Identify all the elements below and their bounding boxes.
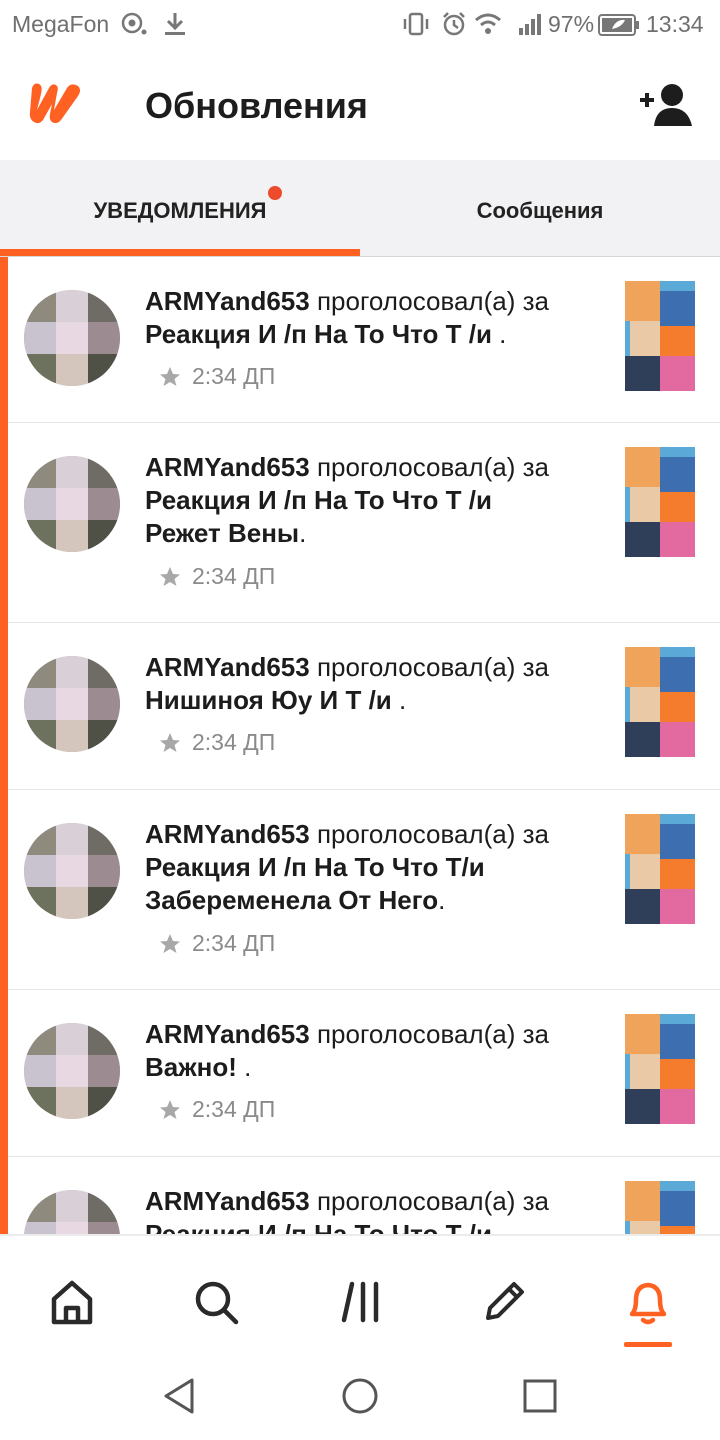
nav-write[interactable] <box>474 1272 534 1332</box>
notification-text: ARMYand653 проголосовал(а) за Реакция И … <box>145 452 549 548</box>
username: ARMYand653 <box>145 286 310 316</box>
list-accent-bar <box>0 257 8 1234</box>
home-icon <box>42 1280 102 1336</box>
battery-icon <box>598 14 640 41</box>
username: ARMYand653 <box>145 819 310 849</box>
story-cover[interactable] <box>625 447 695 557</box>
bell-icon <box>618 1282 678 1336</box>
alarm-icon <box>440 10 468 43</box>
story-title: Нишиноя Юу И Т /и <box>145 685 392 715</box>
tab-notifications-label: УВЕДОМЛЕНИЯ <box>93 198 267 223</box>
system-nav-bar <box>0 1354 720 1440</box>
notification-item[interactable]: ARMYand653 проголосовал(а) за Реакция И … <box>8 1157 720 1234</box>
library-icon <box>332 1281 392 1336</box>
avatar[interactable] <box>24 656 120 752</box>
tab-messages-label: Сообщения <box>476 198 604 223</box>
avatar[interactable] <box>24 1023 120 1119</box>
timestamp: 2:34 ДП <box>192 1096 276 1122</box>
star-icon <box>158 932 182 961</box>
avatar[interactable] <box>24 290 120 386</box>
battery-percent: 97% <box>548 11 595 37</box>
notification-item[interactable]: ARMYand653 проголосовал(а) за Реакция И … <box>8 257 720 423</box>
carrier-name: MegaFon <box>12 11 110 37</box>
story-title: Реакция И /п На То Что Т/и Забеременела … <box>145 852 485 915</box>
username: ARMYand653 <box>145 1186 310 1216</box>
story-title: Реакция И /п На То Что Т /и <box>145 319 492 349</box>
nav-notifications[interactable] <box>618 1272 678 1332</box>
notification-text: ARMYand653 проголосовал(а) за Реакция И … <box>145 819 549 915</box>
timestamp: 2:34 ДП <box>192 363 276 389</box>
story-title: Реакция И /п На То Что Т /и Режет Вены <box>145 485 492 548</box>
star-icon <box>158 565 182 594</box>
signal-icon <box>516 10 544 43</box>
nav-home[interactable] <box>42 1272 102 1332</box>
username: ARMYand653 <box>145 652 310 682</box>
story-cover[interactable] <box>625 647 695 757</box>
notification-list[interactable]: ARMYand653 проголосовал(а) за Реакция И … <box>0 257 720 1234</box>
avatar[interactable] <box>24 1190 120 1234</box>
notification-text: ARMYand653 проголосовал(а) за Реакция И … <box>145 1185 565 1234</box>
back-icon[interactable] <box>160 1376 200 1421</box>
avatar[interactable] <box>24 823 120 919</box>
wifi-icon <box>473 10 503 43</box>
active-tab-indicator <box>0 249 360 256</box>
tab-messages[interactable]: Сообщения <box>360 160 720 256</box>
story-cover[interactable] <box>625 1181 695 1234</box>
timestamp: 2:34 ДП <box>192 729 276 755</box>
tab-notifications[interactable]: УВЕДОМЛЕНИЯ <box>0 160 360 256</box>
page-title: Обновления <box>145 85 368 126</box>
search-icon <box>186 1281 246 1336</box>
location-icon <box>120 10 148 43</box>
notification-item[interactable]: ARMYand653 проголосовал(а) за Нишиноя Юу… <box>8 623 720 790</box>
notification-text: ARMYand653 проголосовал(а) за Реакция И … <box>145 286 549 349</box>
notification-item[interactable]: ARMYand653 проголосовал(а) за Реакция И … <box>8 790 720 990</box>
notification-text: ARMYand653 проголосовал(а) за Нишиноя Юу… <box>145 652 549 715</box>
unread-badge <box>268 186 282 200</box>
story-title: Важно! <box>145 1052 237 1082</box>
notification-item[interactable]: ARMYand653 проголосовал(а) за Важно! . 2… <box>8 990 720 1157</box>
download-icon <box>162 10 188 43</box>
write-icon <box>474 1282 534 1336</box>
star-icon <box>158 1098 182 1127</box>
notification-text: ARMYand653 проголосовал(а) за Важно! . <box>145 1019 549 1082</box>
star-icon <box>158 365 182 394</box>
avatar[interactable] <box>24 456 120 552</box>
wattpad-logo-icon[interactable] <box>22 78 90 131</box>
story-title: Реакция И /п На То Что Т /и <box>145 1219 492 1234</box>
story-cover[interactable] <box>625 281 695 391</box>
active-nav-indicator <box>624 1342 672 1347</box>
star-icon <box>158 731 182 760</box>
home-circle-icon[interactable] <box>340 1376 380 1421</box>
clock: 13:34 <box>646 11 704 37</box>
tab-bar: УВЕДОМЛЕНИЯ Сообщения <box>0 160 720 257</box>
timestamp: 2:34 ДП <box>192 930 276 956</box>
vibrate-icon <box>402 10 430 43</box>
username: ARMYand653 <box>145 452 310 482</box>
timestamp: 2:34 ДП <box>192 563 276 589</box>
app-header: Обновления <box>0 52 720 160</box>
username: ARMYand653 <box>145 1019 310 1049</box>
nav-search[interactable] <box>186 1272 246 1332</box>
bottom-nav <box>0 1234 720 1356</box>
story-cover[interactable] <box>625 814 695 924</box>
recents-icon[interactable] <box>520 1376 560 1421</box>
nav-library[interactable] <box>332 1272 392 1332</box>
story-cover[interactable] <box>625 1014 695 1124</box>
add-friend-icon[interactable] <box>636 80 696 133</box>
status-bar: MegaFon 97% 13:34 <box>0 0 720 52</box>
notification-item[interactable]: ARMYand653 проголосовал(а) за Реакция И … <box>8 423 720 623</box>
